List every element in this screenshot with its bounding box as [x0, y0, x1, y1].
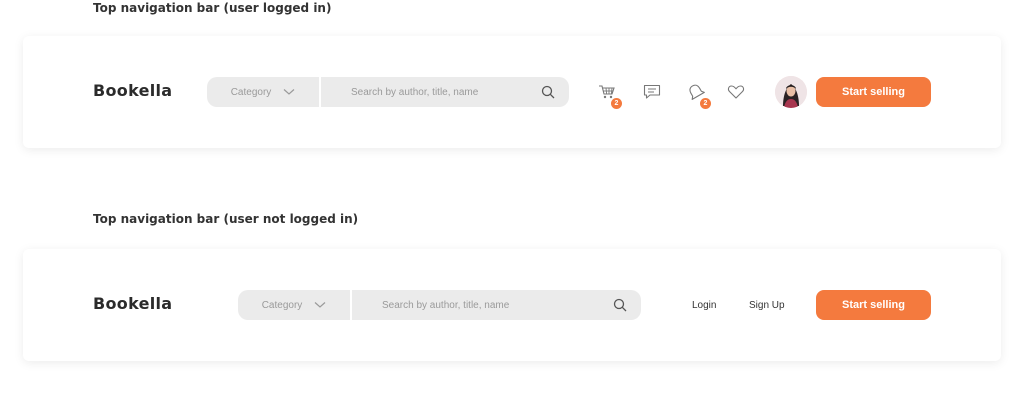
section-label: Top navigation bar (user not logged in)	[93, 212, 359, 226]
signup-link[interactable]: Sign Up	[749, 300, 785, 311]
notifications-badge: 2	[700, 98, 711, 109]
messages-button[interactable]	[642, 82, 662, 102]
cart-badge: 2	[611, 98, 622, 109]
category-label: Category	[261, 299, 303, 311]
search-bar: Category Search by author, title, name	[238, 290, 641, 320]
search-input[interactable]: Search by author, title, name	[352, 300, 613, 311]
chevron-down-icon	[314, 302, 326, 308]
message-icon	[643, 84, 661, 99]
search-bar: Category Search by author, title, name	[207, 77, 569, 107]
user-avatar-icon	[775, 76, 807, 108]
search-icon[interactable]	[613, 298, 627, 312]
start-selling-button[interactable]: Start selling	[816, 290, 931, 320]
notifications-button[interactable]: 2	[686, 82, 711, 109]
top-navbar-logged-out: Bookella Category Search by author, titl…	[23, 249, 1001, 361]
search-icon[interactable]	[541, 85, 555, 99]
login-link[interactable]: Login	[692, 300, 716, 311]
search-input[interactable]: Search by author, title, name	[321, 87, 541, 98]
cart-button[interactable]: 2	[597, 82, 622, 109]
heart-icon	[727, 85, 745, 99]
wishlist-button[interactable]	[726, 82, 746, 102]
category-dropdown[interactable]: Category	[207, 77, 321, 107]
chevron-down-icon	[283, 89, 295, 95]
section-label: Top navigation bar (user logged in)	[93, 1, 332, 15]
start-selling-button[interactable]: Start selling	[816, 77, 931, 107]
avatar[interactable]	[775, 76, 807, 108]
category-label: Category	[230, 86, 272, 98]
logo[interactable]: Bookella	[93, 294, 172, 313]
category-dropdown[interactable]: Category	[238, 290, 352, 320]
top-navbar-logged-in: Bookella Category Search by author, titl…	[23, 36, 1001, 148]
logo[interactable]: Bookella	[93, 81, 172, 100]
